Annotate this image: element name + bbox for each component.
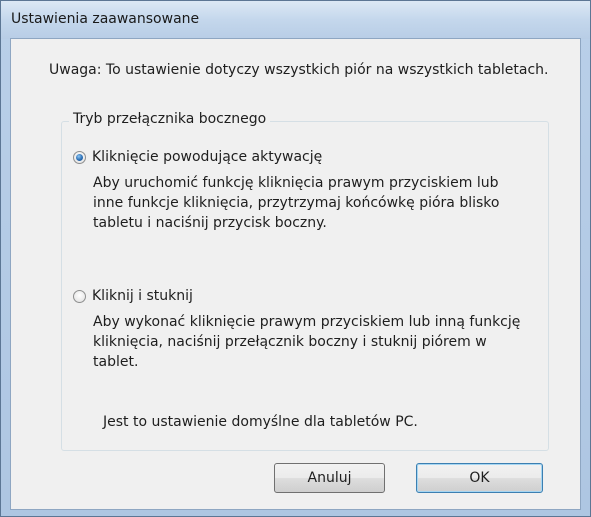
radio-unchecked-icon[interactable] xyxy=(73,289,86,303)
group-label: Tryb przełącznika bocznego xyxy=(69,111,271,127)
radio-option-click-activate[interactable]: Kliknięcie powodujące aktywację xyxy=(73,149,322,165)
radio-option-click-tap[interactable]: Kliknij i stuknij xyxy=(73,288,193,304)
dialog-body: Uwaga: To ustawienie dotyczy wszystkich … xyxy=(10,38,581,510)
cancel-button[interactable]: Anuluj xyxy=(274,463,385,493)
description-click-tap: Aby wykonać kliknięcie prawym przyciskie… xyxy=(93,314,521,370)
title-bar[interactable]: Ustawienia zaawansowane xyxy=(1,1,590,39)
description-click-activate: Aby uruchomić funkcję kliknięcia prawym … xyxy=(93,175,500,231)
radio-checked-icon[interactable] xyxy=(73,150,86,164)
window-title: Ustawienia zaawansowane xyxy=(11,11,200,27)
radio-label-click-tap[interactable]: Kliknij i stuknij xyxy=(92,288,193,304)
radio-label-click-activate[interactable]: Kliknięcie powodujące aktywację xyxy=(92,149,322,165)
dialog-window: Ustawienia zaawansowane Uwaga: To ustawi… xyxy=(0,0,591,517)
default-setting-note: Jest to ustawienie domyślne dla tabletów… xyxy=(103,414,418,430)
side-switch-mode-group xyxy=(61,121,549,451)
note-text: Uwaga: To ustawienie dotyczy wszystkich … xyxy=(49,62,549,78)
ok-button[interactable]: OK xyxy=(416,463,543,493)
